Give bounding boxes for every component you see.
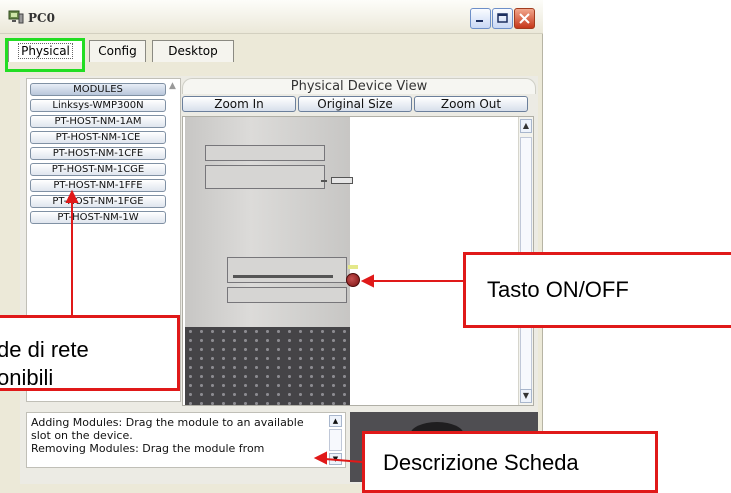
modules-header[interactable]: MODULES bbox=[30, 83, 166, 96]
minimize-button[interactable] bbox=[470, 8, 491, 29]
pc-app-icon bbox=[8, 10, 24, 24]
drive-indicator bbox=[331, 177, 353, 184]
drive-bay bbox=[205, 165, 325, 189]
physical-tab-highlight bbox=[5, 38, 85, 72]
tab-desktop[interactable]: Desktop bbox=[152, 40, 234, 62]
drive-slot bbox=[321, 180, 327, 182]
annotation-card-description: Descrizione Scheda bbox=[362, 431, 658, 493]
module-item[interactable]: Linksys-WMP300N bbox=[30, 99, 166, 112]
annotation-network-cards: de di rete onibili bbox=[0, 315, 180, 391]
annotation-power-button: Tasto ON/OFF bbox=[463, 252, 731, 328]
floppy-bay bbox=[227, 287, 347, 303]
maximize-icon bbox=[497, 13, 508, 23]
physical-panel: MODULES Linksys-WMP300N PT-HOST-NM-1AM P… bbox=[20, 76, 538, 484]
scroll-thumb[interactable] bbox=[329, 429, 342, 451]
power-button[interactable] bbox=[346, 273, 360, 287]
module-item[interactable]: PT-HOST-NM-1CFE bbox=[30, 147, 166, 160]
module-item[interactable]: PT-HOST-NM-1CGE bbox=[30, 163, 166, 176]
zoom-in-button[interactable]: Zoom In bbox=[182, 96, 296, 112]
module-item[interactable]: PT-HOST-NM-1W bbox=[30, 211, 166, 224]
module-item[interactable]: PT-HOST-NM-1AM bbox=[30, 115, 166, 128]
zoom-out-button[interactable]: Zoom Out bbox=[414, 96, 528, 112]
window-title: PC0 bbox=[28, 11, 55, 25]
module-item[interactable]: PT-HOST-NM-1FFE bbox=[30, 179, 166, 192]
scroll-up-icon[interactable]: ▲ bbox=[329, 415, 342, 427]
tab-config[interactable]: Config bbox=[89, 40, 146, 62]
module-description: Adding Modules: Drag the module to an av… bbox=[26, 412, 346, 468]
physical-device-view-title: Physical Device View bbox=[182, 78, 536, 94]
close-icon bbox=[519, 13, 530, 24]
description-scrollbar[interactable]: ▲ ▼ bbox=[329, 415, 343, 465]
scroll-down-icon[interactable]: ▼ bbox=[329, 453, 342, 465]
annotation-network-cards-line2: onibili bbox=[0, 365, 54, 390]
original-size-button[interactable]: Original Size bbox=[298, 96, 412, 112]
drive-bay bbox=[205, 145, 325, 161]
maximize-button[interactable] bbox=[492, 8, 513, 29]
scroll-up-icon[interactable]: ▲ bbox=[169, 81, 178, 91]
pc-tower-image bbox=[183, 117, 360, 405]
scroll-up-icon[interactable]: ▲ bbox=[520, 119, 532, 133]
tower-vent bbox=[185, 327, 350, 405]
power-led bbox=[348, 265, 358, 269]
module-item[interactable]: PT-HOST-NM-1FGE bbox=[30, 195, 166, 208]
scroll-down-icon[interactable]: ▼ bbox=[520, 389, 532, 403]
module-description-text: Adding Modules: Drag the module to an av… bbox=[31, 416, 304, 455]
module-item[interactable]: PT-HOST-NM-1CE bbox=[30, 131, 166, 144]
close-button[interactable] bbox=[514, 8, 535, 29]
minimize-icon bbox=[476, 20, 483, 22]
annotation-network-cards-line1: de di rete bbox=[0, 337, 89, 362]
floppy-slot bbox=[233, 275, 333, 278]
floppy-bay bbox=[227, 257, 347, 283]
pc0-window: PC0 Physical Config Desktop MODULES Link… bbox=[0, 0, 543, 493]
title-bar[interactable]: PC0 bbox=[0, 0, 543, 34]
